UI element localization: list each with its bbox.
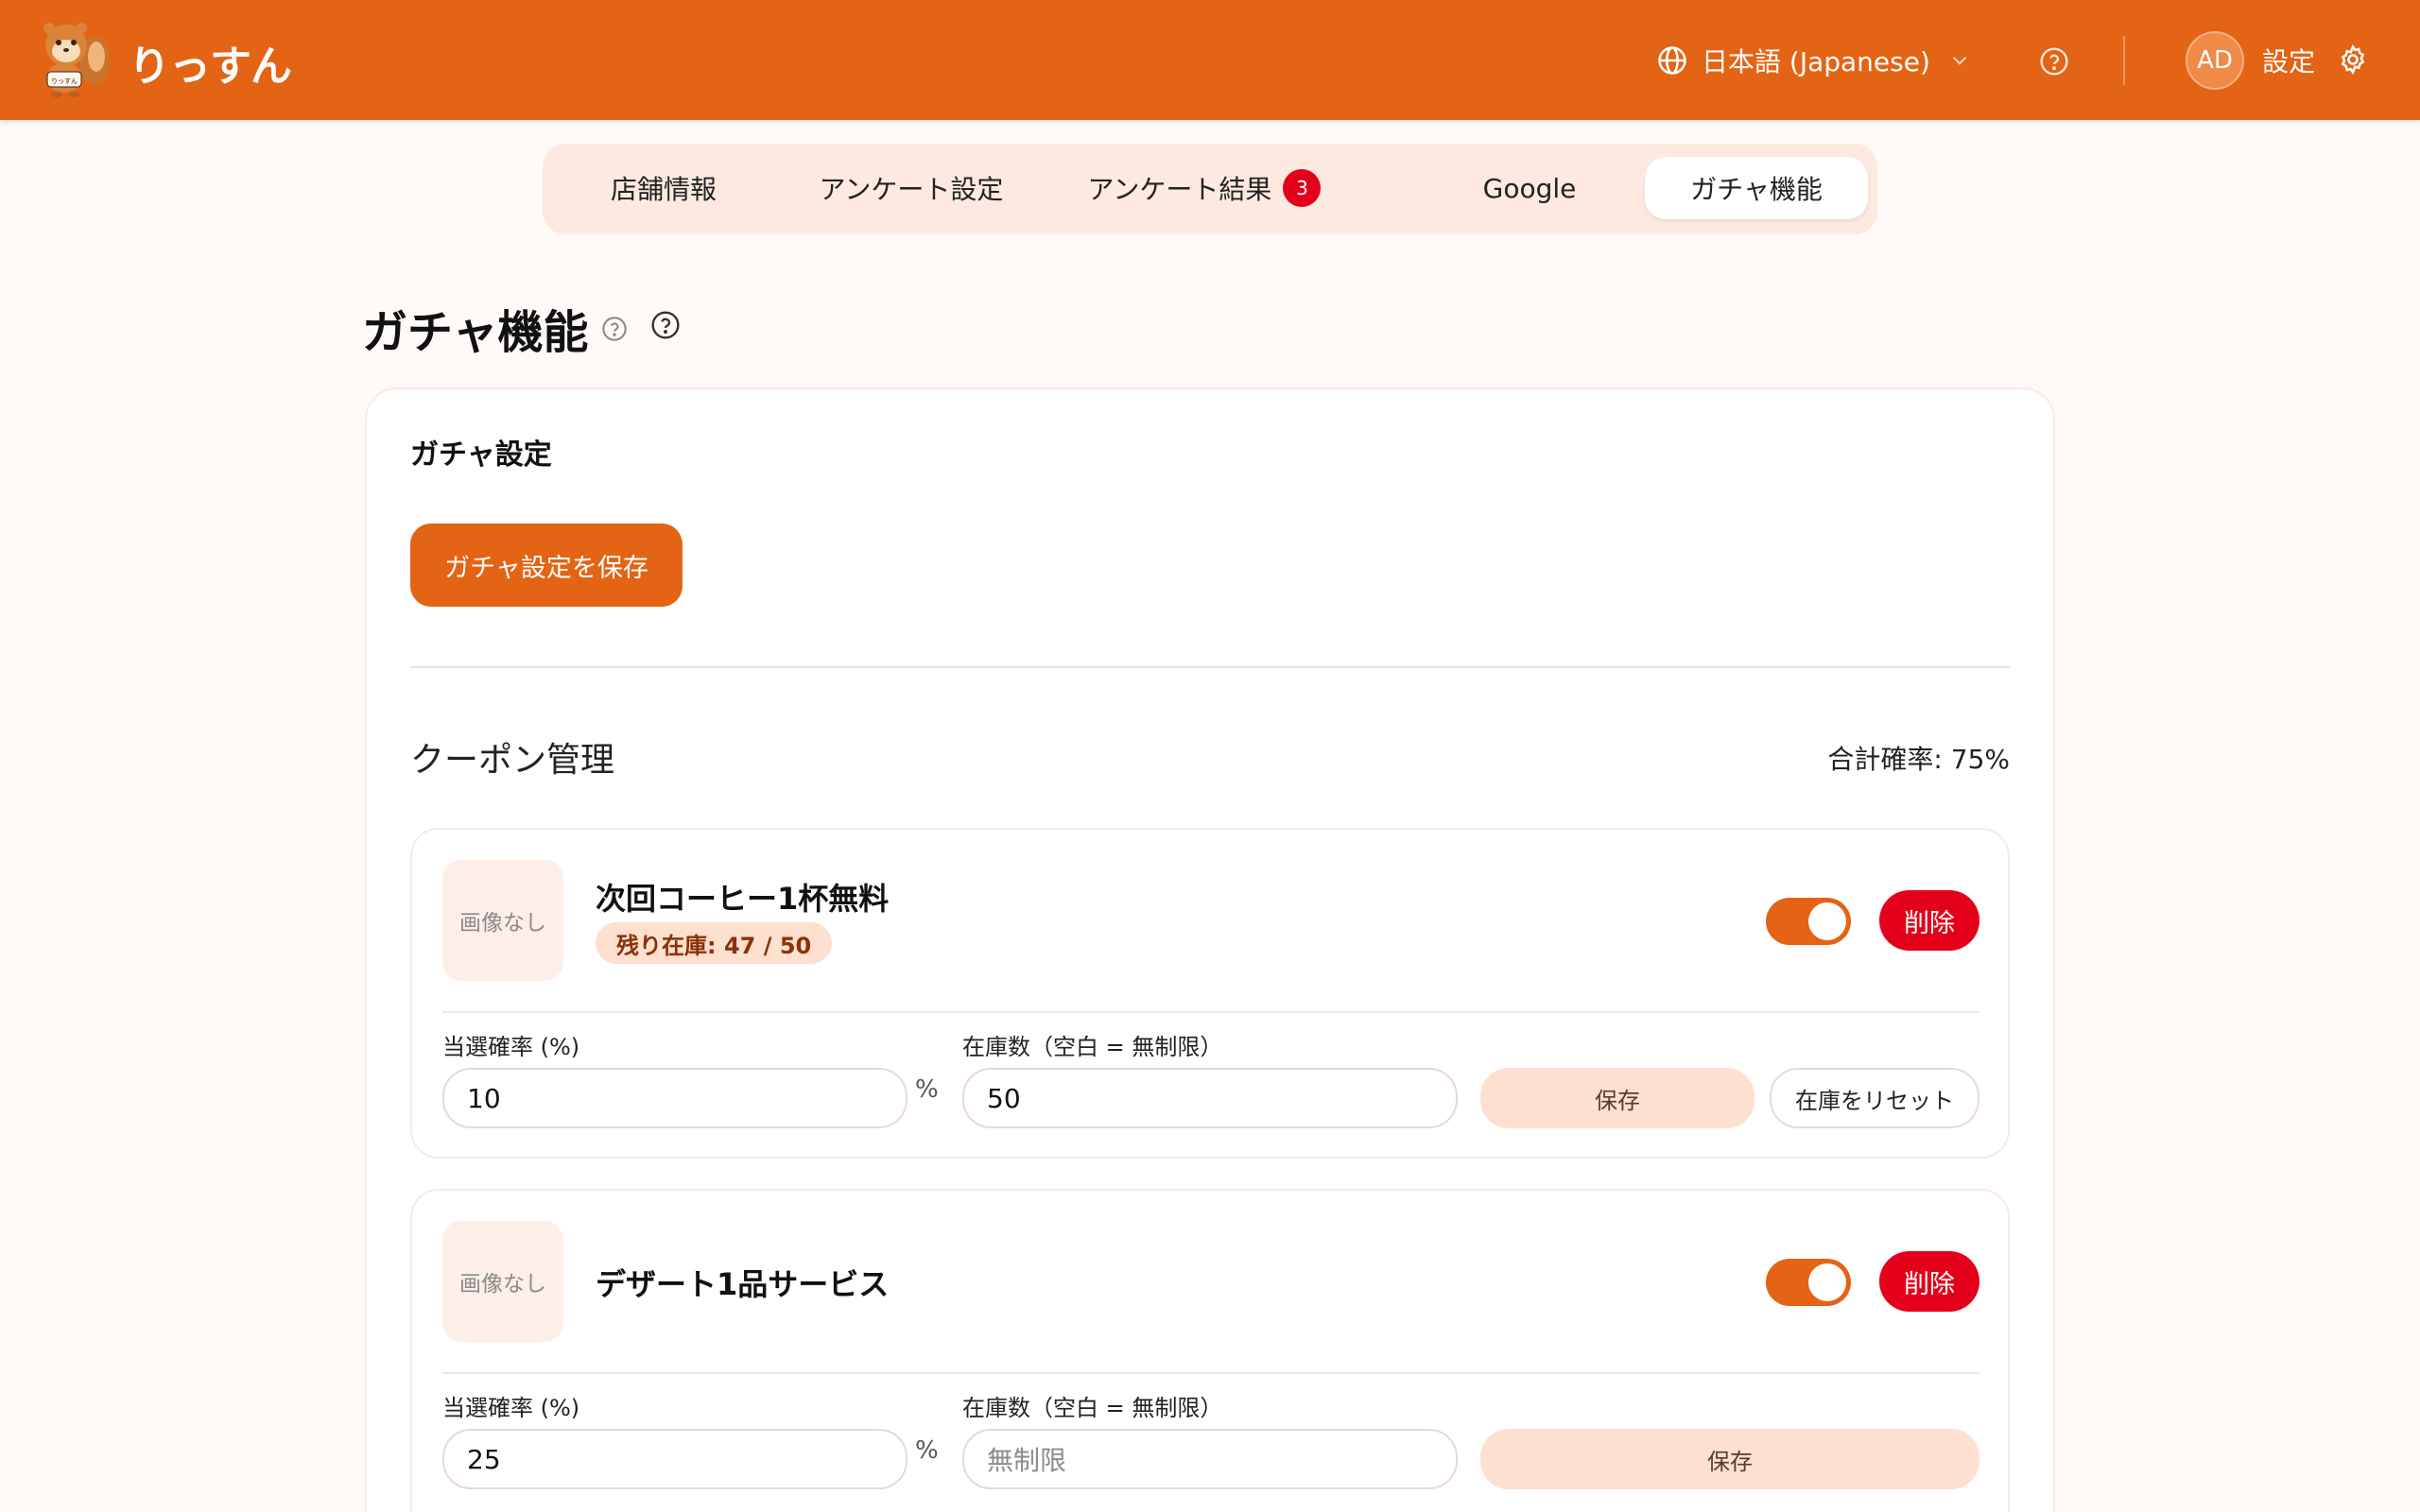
coupon-management-title: クーポン管理: [410, 741, 615, 780]
rate-label: 当選確率 (%): [442, 1034, 580, 1060]
squirrel-mascot-icon: りっすん: [43, 23, 110, 97]
delete-button[interactable]: 削除: [1879, 1251, 1979, 1312]
tab-gacha[interactable]: ガチャ機能: [1645, 157, 1868, 219]
tab-label: Google: [1482, 172, 1577, 204]
tab-google[interactable]: Google: [1450, 157, 1609, 219]
language-label: 日本語 (Japanese): [1702, 46, 1930, 77]
tab-label: アンケート設定: [819, 174, 1004, 205]
coupon-enabled-toggle[interactable]: [1766, 1259, 1851, 1306]
coupon-divider: [442, 1372, 1979, 1374]
settings-link[interactable]: 設定: [2262, 42, 2315, 79]
globe-icon: [1658, 46, 1686, 75]
tab-label: ガチャ機能: [1690, 174, 1823, 205]
mascot-tag-text: りっすん: [51, 77, 78, 85]
notification-badge: 3: [1283, 169, 1322, 207]
reset-stock-button[interactable]: 在庫をリセット: [1770, 1068, 1979, 1128]
stock-input[interactable]: 50: [962, 1068, 1458, 1128]
section-title: ガチャ設定: [410, 438, 552, 472]
toggle-knob: [1808, 902, 1846, 940]
coupon-name: デザート1品サービス: [596, 1266, 890, 1302]
coupon-card: 画像なし 次回コーヒー1杯無料 残り在庫: 47 / 50 削除 当選確率 (%…: [410, 828, 2010, 1159]
save-button[interactable]: 保存: [1480, 1068, 1754, 1128]
percent-sign: %: [915, 1075, 939, 1104]
toggle-knob: [1808, 1263, 1846, 1301]
stock-input[interactable]: 無制限: [962, 1429, 1458, 1489]
save-button[interactable]: 保存: [1480, 1429, 1979, 1489]
tab-survey-settings[interactable]: アンケート設定: [798, 157, 1025, 219]
coupon-enabled-toggle[interactable]: [1766, 898, 1851, 945]
help-icon[interactable]: [2039, 46, 2069, 77]
tab-label: アンケート結果: [1087, 174, 1272, 205]
page-title: ガチャ機能: [362, 306, 589, 359]
language-selector[interactable]: 日本語 (Japanese): [1656, 40, 1972, 81]
coupon-thumbnail[interactable]: 画像なし: [442, 1221, 563, 1342]
total-rate: 合計確率: 75%: [1827, 744, 2010, 775]
stock-badge: 残り在庫: 47 / 50: [596, 922, 833, 964]
coupon-card: 画像なし デザート1品サービス 削除 当選確率 (%) 25 % 在庫数（空白 …: [410, 1189, 2010, 1512]
rate-input[interactable]: 10: [442, 1068, 908, 1128]
top-header: りっすん りっすん 日本語 (Japanese) AD 設定: [0, 0, 2420, 120]
chevron-down-icon: [1952, 56, 1967, 65]
delete-button[interactable]: 削除: [1879, 890, 1979, 951]
stock-label: 在庫数（空白 = 無制限）: [962, 1395, 1223, 1421]
logo-text: りっすん: [129, 43, 292, 91]
header-divider: [2123, 36, 2125, 85]
percent-sign: %: [915, 1436, 939, 1465]
tab-survey-results[interactable]: アンケート結果 3: [1072, 157, 1337, 219]
rate-label: 当選確率 (%): [442, 1395, 580, 1421]
section-divider: [410, 666, 2010, 668]
tab-bar: 店舗情報 アンケート設定 アンケート結果 3 Google ガチャ機能: [543, 144, 1877, 234]
rate-input[interactable]: 25: [442, 1429, 908, 1489]
gear-icon[interactable]: [2337, 43, 2369, 76]
avatar[interactable]: AD: [2186, 31, 2244, 90]
save-gacha-settings-button[interactable]: ガチャ設定を保存: [410, 524, 683, 607]
coupon-name: 次回コーヒー1杯無料: [596, 881, 890, 917]
tab-store-info[interactable]: 店舗情報: [580, 157, 747, 219]
coupon-thumbnail[interactable]: 画像なし: [442, 860, 563, 981]
stock-label: 在庫数（空白 = 無制限）: [962, 1034, 1223, 1060]
coupon-divider: [442, 1011, 1979, 1013]
help-small-icon[interactable]: [601, 316, 628, 342]
help-icon[interactable]: [650, 310, 681, 340]
tab-label: 店舗情報: [610, 174, 717, 205]
